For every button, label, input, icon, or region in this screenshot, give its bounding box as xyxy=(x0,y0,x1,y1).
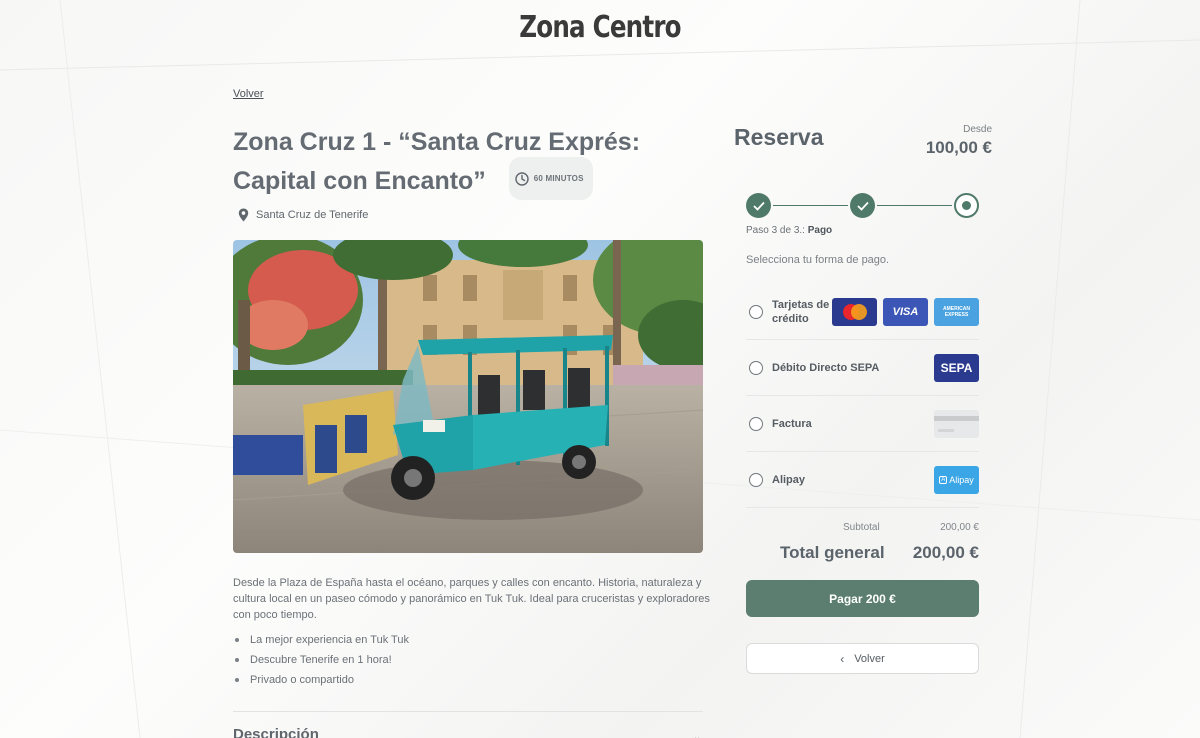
from-price: 100,00 € xyxy=(925,138,992,157)
back-button-label: Volver xyxy=(854,652,885,665)
check-icon xyxy=(856,201,869,211)
list-item: Descubre Tenerife en 1 hora! xyxy=(233,650,409,670)
chevron-left-icon: ‹ xyxy=(840,651,845,666)
location: Santa Cruz de Tenerife xyxy=(238,208,368,222)
payment-option-label: Alipay xyxy=(772,473,806,486)
invoice-card-icon xyxy=(934,409,979,438)
payment-option-label: Tarjetas de crédito xyxy=(772,298,830,325)
mastercard-icon xyxy=(832,297,877,326)
radio-button[interactable] xyxy=(749,472,763,487)
step-3-current xyxy=(954,193,979,218)
check-icon xyxy=(752,201,765,211)
total-label: Total general xyxy=(780,543,885,562)
step-indicator: Paso 3 de 3.: Pago xyxy=(746,225,833,236)
radio-button[interactable] xyxy=(749,416,763,431)
subtotal-value: 200,00 € xyxy=(940,522,979,533)
booking-title: Reserva xyxy=(734,124,824,150)
radio-button[interactable] xyxy=(749,360,763,375)
radio-button[interactable] xyxy=(749,304,763,319)
location-text: Santa Cruz de Tenerife xyxy=(256,209,369,221)
site-title: Zona Centro xyxy=(519,10,681,45)
description-accordion-header[interactable]: Descripción xyxy=(233,726,319,738)
tour-description: Desde la Plaza de España hasta el océano… xyxy=(233,577,710,621)
tour-title: Zona Cruz 1 - “Santa Cruz Exprés: Capita… xyxy=(233,124,673,204)
duration-text: 60 MINUTOS xyxy=(533,174,584,183)
payment-option-label: Factura xyxy=(772,417,812,430)
sepa-icon: SEPA xyxy=(934,353,979,382)
from-label: Desde xyxy=(963,124,992,135)
subtotal-label: Subtotal xyxy=(843,522,880,533)
total-value: 200,00 € xyxy=(912,543,979,562)
payment-instruction: Selecciona tu forma de pago. xyxy=(746,254,890,266)
amex-icon: AMERICAN EXPRESS xyxy=(934,297,979,326)
payment-option-credit-card[interactable]: Tarjetas de crédito VISA AMERICAN EXPRES… xyxy=(746,284,979,340)
back-link[interactable]: Volver xyxy=(233,88,264,100)
payment-option-invoice[interactable]: Factura xyxy=(746,396,979,452)
alipay-icon: A Alipay xyxy=(934,465,979,494)
visa-icon: VISA xyxy=(883,297,928,326)
tour-image xyxy=(233,240,703,553)
payment-option-alipay[interactable]: Alipay A Alipay xyxy=(746,452,979,508)
step-1-complete xyxy=(746,193,771,218)
list-item: La mejor experiencia en Tuk Tuk xyxy=(233,630,409,650)
payment-option-sepa[interactable]: Débito Directo SEPA SEPA xyxy=(746,340,979,396)
duration-badge: 60 MINUTOS xyxy=(508,157,593,200)
map-pin-icon xyxy=(238,208,249,222)
pay-button[interactable]: Pagar 200 € xyxy=(746,580,979,617)
clock-icon xyxy=(515,171,529,186)
back-button[interactable]: ‹ Volver xyxy=(746,643,979,674)
payment-option-label: Débito Directo SEPA xyxy=(772,361,880,374)
divider xyxy=(233,711,703,712)
stepper-line xyxy=(877,205,952,206)
list-item: Privado o compartido xyxy=(233,670,409,690)
step-2-complete xyxy=(850,193,875,218)
highlights-list: La mejor experiencia en Tuk Tuk Descubre… xyxy=(233,630,409,690)
stepper-line xyxy=(773,205,848,206)
chevron-down-icon[interactable]: ⌄ xyxy=(693,732,701,738)
